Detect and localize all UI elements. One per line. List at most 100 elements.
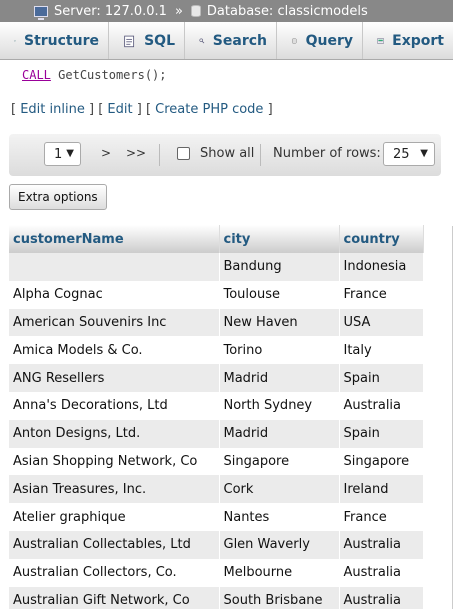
cell-city[interactable]: North Sydney bbox=[219, 391, 340, 420]
tab-sql-label: SQL bbox=[144, 32, 175, 49]
table-row[interactable]: Amica Models & Co. Torino Italy bbox=[9, 336, 424, 365]
breadcrumb-separator: » bbox=[174, 3, 183, 19]
cell-customername[interactable]: American Souvenirs Inc bbox=[9, 308, 220, 337]
cell-customername[interactable]: Atelier graphique bbox=[9, 503, 220, 531]
navigation-panel: 1 ▼ > >> Show all Number of rows: 25 ▼ bbox=[9, 134, 441, 176]
cell-city[interactable]: Singapore bbox=[219, 447, 340, 476]
divider bbox=[260, 144, 261, 166]
bracket: ] bbox=[267, 102, 273, 117]
sql-icon bbox=[124, 35, 135, 47]
tab-query-label: Query bbox=[305, 32, 353, 49]
table-row[interactable]: Bandung Indonesia bbox=[9, 253, 424, 281]
cell-city[interactable]: South Brisbane bbox=[219, 586, 340, 609]
cell-city[interactable]: Bandung bbox=[219, 253, 340, 281]
table-row[interactable]: Australian Collectables, Ltd Glen Waverly… bbox=[9, 530, 424, 559]
table-row[interactable]: Asian Treasures, Inc. Cork Ireland bbox=[9, 475, 424, 504]
rows-label: Number of rows: bbox=[273, 146, 381, 161]
column-header-city[interactable]: city bbox=[219, 225, 340, 253]
cell-city[interactable]: Madrid bbox=[219, 419, 340, 448]
extra-options-button[interactable]: Extra options bbox=[9, 184, 107, 210]
cell-country[interactable]: Ireland bbox=[339, 475, 424, 504]
query-icon bbox=[292, 37, 297, 44]
chevron-down-icon: ▼ bbox=[420, 148, 428, 159]
show-all-label[interactable]: Show all bbox=[200, 146, 254, 161]
bracket: [ bbox=[11, 102, 17, 117]
tab-bar: Structure SQL Search Query Export bbox=[0, 22, 453, 60]
cell-customername[interactable]: Alpha Cognac bbox=[9, 280, 220, 309]
tab-structure[interactable]: Structure bbox=[0, 22, 109, 59]
cell-city[interactable]: Toulouse bbox=[219, 280, 340, 309]
last-page-button[interactable]: >> bbox=[126, 146, 146, 160]
cell-customername[interactable] bbox=[9, 253, 220, 281]
cell-country[interactable]: Indonesia bbox=[339, 253, 424, 281]
server-icon bbox=[34, 5, 48, 20]
table-row[interactable]: Australian Gift Network, Co South Brisban… bbox=[9, 586, 424, 609]
database-label[interactable]: Database: classicmodels bbox=[207, 4, 368, 19]
breadcrumb: Server: 127.0.0.1 » Database: classicmod… bbox=[0, 0, 453, 22]
cell-country[interactable]: USA bbox=[339, 308, 424, 337]
cell-customername[interactable]: Australian Collectables, Ltd bbox=[9, 530, 220, 559]
cell-customername[interactable]: Asian Treasures, Inc. bbox=[9, 475, 220, 504]
table-row[interactable]: Anton Designs, Ltd. Madrid Spain bbox=[9, 419, 424, 448]
cell-city[interactable]: Cork bbox=[219, 475, 340, 504]
export-icon bbox=[377, 38, 384, 43]
database-icon bbox=[190, 5, 201, 17]
cell-customername[interactable]: Australian Gift Network, Co bbox=[9, 586, 220, 609]
tab-search-label: Search bbox=[212, 32, 267, 49]
cell-city[interactable]: Glen Waverly bbox=[219, 530, 340, 559]
tab-sql[interactable]: SQL bbox=[109, 22, 185, 59]
cell-customername[interactable]: Amica Models & Co. bbox=[9, 336, 220, 365]
cell-city[interactable]: Nantes bbox=[219, 503, 340, 531]
bracket: ] [ bbox=[88, 102, 104, 117]
cell-country[interactable]: Italy bbox=[339, 336, 424, 365]
table-row[interactable]: Australian Collectors, Co. Melbourne Austr… bbox=[9, 558, 424, 587]
structure-icon bbox=[14, 39, 16, 42]
rows-select-value: 25 bbox=[393, 146, 410, 162]
search-icon bbox=[199, 38, 205, 43]
cell-customername[interactable]: ANG Resellers bbox=[9, 364, 220, 392]
cell-customername[interactable]: Australian Collectors, Co. bbox=[9, 558, 220, 587]
cell-city[interactable]: New Haven bbox=[219, 308, 340, 337]
table-row[interactable]: Anna's Decorations, Ltd North Sydney Austr… bbox=[9, 391, 424, 420]
cell-country[interactable]: Australia bbox=[339, 586, 424, 609]
cell-country[interactable]: Australia bbox=[339, 391, 424, 420]
cell-customername[interactable]: Anton Designs, Ltd. bbox=[9, 419, 220, 448]
page-select[interactable]: 1 ▼ bbox=[44, 142, 81, 166]
tab-query[interactable]: Query bbox=[277, 22, 363, 59]
server-label[interactable]: Server: 127.0.0.1 bbox=[54, 4, 167, 19]
cell-customername[interactable]: Anna's Decorations, Ltd bbox=[9, 391, 220, 420]
cell-country[interactable]: France bbox=[339, 503, 424, 531]
breadcrumb-server[interactable]: Server: 127.0.0.1 bbox=[34, 4, 167, 20]
cell-country[interactable]: Singapore bbox=[339, 447, 424, 476]
show-all-checkbox[interactable] bbox=[177, 147, 190, 160]
table-row[interactable]: ANG Resellers Madrid Spain bbox=[9, 364, 424, 392]
page-select-value: 1 bbox=[54, 146, 63, 162]
cell-city[interactable]: Madrid bbox=[219, 364, 340, 392]
table-row[interactable]: American Souvenirs Inc New Haven USA bbox=[9, 308, 424, 337]
tab-export[interactable]: Export bbox=[363, 22, 453, 59]
cell-city[interactable]: Torino bbox=[219, 336, 340, 365]
sql-statement: GetCustomers(); bbox=[58, 68, 167, 82]
cell-country[interactable]: Spain bbox=[339, 364, 424, 392]
cell-country[interactable]: Spain bbox=[339, 419, 424, 448]
cell-city[interactable]: Melbourne bbox=[219, 558, 340, 587]
table-row[interactable]: Asian Shopping Network, Co Singapore Singa… bbox=[9, 447, 424, 476]
sql-keyword[interactable]: CALL bbox=[22, 68, 51, 82]
table-row[interactable]: Atelier graphique Nantes France bbox=[9, 503, 424, 531]
cell-country[interactable]: France bbox=[339, 280, 424, 309]
breadcrumb-database[interactable]: Database: classicmodels bbox=[190, 4, 368, 19]
tab-export-label: Export bbox=[392, 32, 444, 49]
cell-country[interactable]: Australia bbox=[339, 558, 424, 587]
next-page-button[interactable]: > bbox=[101, 146, 111, 160]
sql-query: CALL GetCustomers(); bbox=[22, 68, 167, 82]
create-php-code-link[interactable]: Create PHP code bbox=[155, 102, 263, 117]
column-header-customername[interactable]: customerName bbox=[9, 225, 220, 253]
edit-inline-link[interactable]: Edit inline bbox=[20, 102, 85, 117]
column-header-country[interactable]: country bbox=[339, 225, 424, 253]
rows-select[interactable]: 25 ▼ bbox=[383, 142, 435, 166]
table-row[interactable]: Alpha Cognac Toulouse France bbox=[9, 280, 424, 309]
cell-country[interactable]: Australia bbox=[339, 530, 424, 559]
tab-search[interactable]: Search bbox=[185, 22, 277, 59]
edit-link[interactable]: Edit bbox=[107, 102, 132, 117]
cell-customername[interactable]: Asian Shopping Network, Co bbox=[9, 447, 220, 476]
